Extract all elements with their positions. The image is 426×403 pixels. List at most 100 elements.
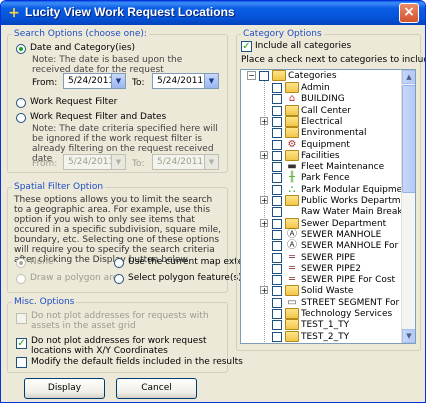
category-item-label: Electrical <box>301 116 343 127</box>
category-checkbox[interactable] <box>272 150 282 161</box>
category-item[interactable]: + Solid Waste <box>241 285 401 297</box>
category-checkbox[interactable] <box>272 218 282 229</box>
category-item-label: Public Works Department <box>301 196 416 206</box>
chevron-down-icon: ▼ <box>111 155 125 169</box>
to-date-picker[interactable]: 5/24/2011 ▼ <box>152 73 219 89</box>
street-icon: ▭ <box>287 296 297 308</box>
folder-icon <box>285 217 299 229</box>
category-checkbox[interactable] <box>272 184 282 195</box>
category-checkbox[interactable] <box>272 252 282 263</box>
spatial-filter-legend: Spatial Filter Option <box>12 182 106 192</box>
category-checkbox[interactable] <box>272 83 282 93</box>
category-tree[interactable]: − Categories Admin ⌂ BUILDING Call Center + E… <box>240 69 416 344</box>
category-item[interactable]: + Electrical <box>241 115 401 128</box>
category-checkbox[interactable] <box>272 263 282 274</box>
category-item[interactable]: Ⓐ SEWER MANHOLE <box>241 229 401 241</box>
scroll-down-icon[interactable]: ▼ <box>402 329 415 343</box>
category-item[interactable]: TEST_1_TY <box>241 319 401 331</box>
from-date-picker[interactable]: 5/24/2011 ▼ <box>63 73 126 89</box>
category-item-label: Environmental <box>301 128 367 139</box>
expand-icon[interactable]: + <box>260 218 268 227</box>
category-item[interactable]: ═ SEWER PIPE2 <box>241 263 401 275</box>
tree-checkbox[interactable] <box>259 71 269 81</box>
category-checkbox[interactable] <box>272 94 282 105</box>
category-checkbox[interactable] <box>272 309 282 319</box>
chevron-down-icon[interactable]: ▼ <box>204 74 218 88</box>
category-checkbox[interactable] <box>272 297 282 308</box>
category-item[interactable]: ▭ STREET SEGMENT For Cost <box>241 296 415 309</box>
folder-icon <box>285 82 299 93</box>
expand-icon[interactable]: + <box>260 286 268 295</box>
collapse-icon[interactable]: − <box>247 71 256 80</box>
category-checkbox[interactable] <box>272 286 282 297</box>
work-request-filter-radio[interactable] <box>16 98 26 108</box>
scroll-up-icon[interactable]: ▲ <box>402 70 415 84</box>
category-item[interactable]: ═ SEWER PIPE <box>241 252 401 264</box>
expand-icon[interactable]: + <box>260 150 268 159</box>
pipe-icon: ═ <box>288 251 296 263</box>
category-item-label: SEWER MANHOLE For Cost <box>301 241 416 252</box>
category-checkbox[interactable] <box>272 173 282 184</box>
cancel-button[interactable]: Cancel <box>116 378 197 399</box>
include-all-checkbox[interactable]: ✓ <box>241 41 252 52</box>
tree-root-row[interactable]: − Categories <box>241 70 401 82</box>
category-checkbox[interactable] <box>272 196 282 206</box>
category-item-label: Equipment <box>301 139 350 150</box>
chevron-down-icon[interactable]: ▼ <box>111 74 125 88</box>
category-checkbox[interactable] <box>272 128 282 139</box>
category-item[interactable]: + Sewer Department <box>241 217 401 230</box>
category-checkbox[interactable] <box>272 139 282 150</box>
category-item[interactable]: TEST_2_TY <box>241 330 401 343</box>
map-extent-radio[interactable] <box>114 258 124 268</box>
category-item[interactable]: Environmental <box>241 127 401 139</box>
category-item[interactable]: ═ SEWER PIPE For Cost <box>241 274 401 286</box>
category-checkbox[interactable] <box>272 229 282 240</box>
folder-icon <box>285 195 299 206</box>
no-asset-address-label: Do not plot addresses for requests with … <box>31 311 209 331</box>
category-checkbox[interactable] <box>272 331 282 342</box>
category-checkbox[interactable] <box>272 207 282 218</box>
expand-icon[interactable]: + <box>260 116 268 125</box>
close-button[interactable]: × <box>399 3 419 23</box>
date-category-radio[interactable] <box>16 44 26 54</box>
draw-polygon-radio <box>16 274 26 284</box>
category-item[interactable]: Technology Services <box>241 308 401 320</box>
date-note: Note: The date is based upon the receive… <box>32 55 183 75</box>
display-button[interactable]: Display <box>24 378 105 399</box>
no-xy-address-checkbox[interactable]: ✓ <box>16 338 27 349</box>
dialog-window: + Lucity View Work Request Locations × S… <box>0 0 426 403</box>
spatial-none-radio[interactable] <box>16 258 26 268</box>
category-item[interactable]: Call Center <box>241 104 401 117</box>
category-item[interactable]: Ⓐ SEWER MANHOLE For Cost <box>241 240 415 252</box>
category-item[interactable]: + Public Works Department <box>241 195 415 207</box>
modify-fields-checkbox[interactable] <box>16 357 27 368</box>
category-checkbox[interactable] <box>272 116 282 127</box>
category-item[interactable]: Raw Water Main Breaks <box>241 206 407 218</box>
folder-icon <box>285 127 299 139</box>
to-date-picker-disabled: 5/24/2011 ▼ <box>152 154 219 170</box>
include-all-label: Include all categories <box>255 41 352 51</box>
expand-icon[interactable]: + <box>260 196 268 205</box>
category-item[interactable]: ▬ Fleet Maintenance <box>241 161 401 173</box>
category-checkbox[interactable] <box>272 162 282 173</box>
category-item[interactable]: ⛬ Park Modular Equipment <box>241 184 411 196</box>
category-checkbox[interactable] <box>272 105 282 116</box>
select-polygon-radio[interactable] <box>114 274 124 284</box>
category-item[interactable]: ⌂ BUILDING <box>241 93 401 105</box>
vertical-scrollbar[interactable]: ▲ ▼ <box>401 70 415 343</box>
category-item-label: Solid Waste <box>301 286 354 297</box>
category-checkbox[interactable] <box>272 241 282 252</box>
category-item-label: TEST_1_TY <box>301 320 350 331</box>
category-item[interactable]: + Facilities <box>241 149 401 162</box>
folder-icon <box>285 149 299 161</box>
filter-and-dates-radio[interactable] <box>16 113 26 123</box>
category-checkbox[interactable] <box>272 275 282 286</box>
folder-icon <box>272 70 286 81</box>
title-bar[interactable]: + Lucity View Work Request Locations × <box>1 1 425 25</box>
category-checkbox[interactable] <box>272 320 282 331</box>
category-item[interactable]: ⚙ Equipment <box>241 139 401 151</box>
category-item[interactable]: Admin <box>241 82 401 94</box>
category-item[interactable]: ╫ Park Fence <box>241 172 401 184</box>
building-icon: ⌂ <box>288 93 296 105</box>
scroll-thumb[interactable] <box>402 85 415 193</box>
